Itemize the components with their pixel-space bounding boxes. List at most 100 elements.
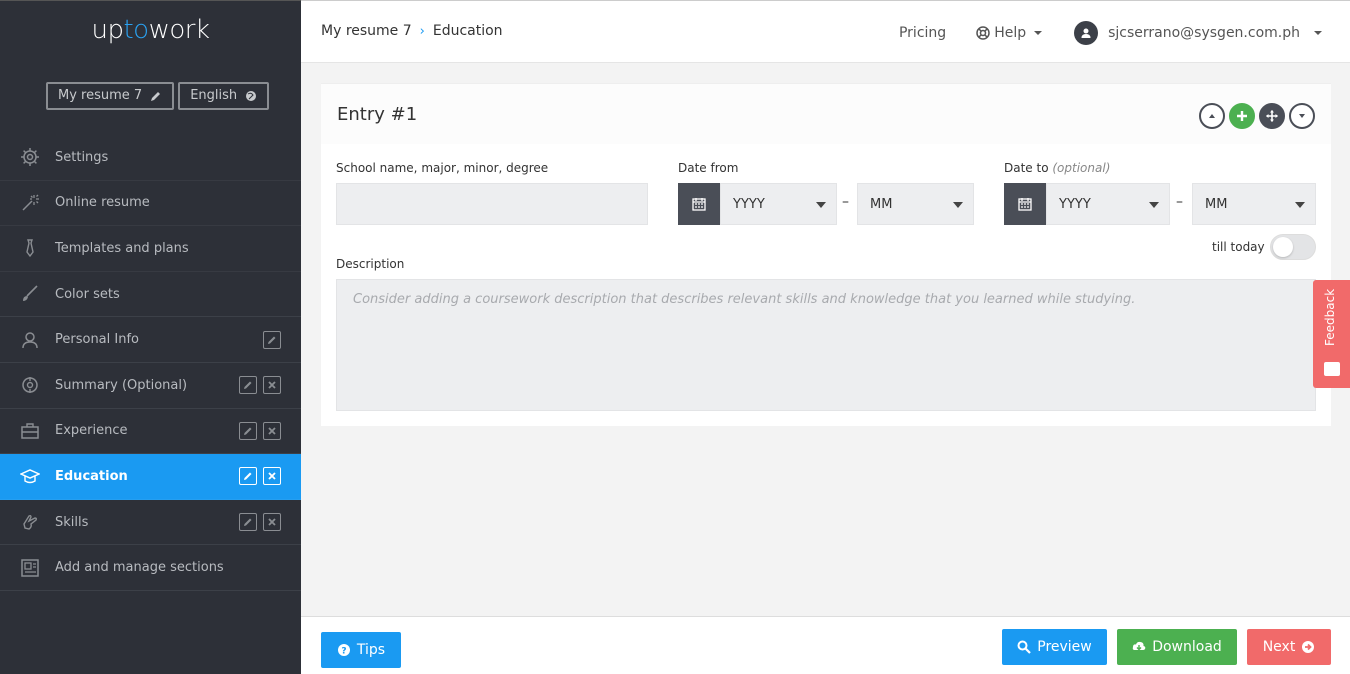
date-from-calendar-button[interactable]	[678, 183, 720, 225]
edit-experience-button[interactable]	[239, 421, 257, 440]
entry-controls	[1199, 103, 1315, 129]
sidebar-item-color-sets[interactable]: Color sets	[0, 272, 301, 318]
caret-down-icon	[1314, 31, 1322, 35]
caret-down-icon	[1295, 202, 1305, 208]
description-textarea[interactable]: Consider adding a coursework description…	[336, 279, 1316, 411]
close-icon	[268, 472, 276, 481]
entry-header: Entry #1	[321, 84, 1331, 144]
sidebar: uptowork My resume 7 English Settings On…	[0, 0, 301, 674]
sidebar-item-settings[interactable]: Settings	[0, 135, 301, 181]
edit-education-button[interactable]	[239, 467, 257, 486]
magic-wand-icon	[20, 193, 40, 213]
footer-bar: ? Tips Preview Download Next	[301, 616, 1350, 674]
pencil-icon	[268, 336, 276, 344]
pencil-icon	[244, 518, 252, 527]
date-from-year-select[interactable]: YYYY	[720, 183, 837, 225]
personal-info-actions	[263, 330, 281, 349]
education-actions	[239, 467, 281, 486]
close-icon	[268, 427, 276, 435]
date-to-month-select[interactable]: MM	[1192, 183, 1316, 225]
till-today-toggle[interactable]	[1270, 234, 1316, 260]
question-circle-icon: ?	[337, 644, 350, 657]
summary-actions	[239, 376, 281, 395]
gear-icon	[20, 147, 40, 167]
feedback-tab[interactable]: Feedback	[1313, 280, 1350, 388]
skills-actions	[239, 513, 281, 532]
edit-personal-info-button[interactable]	[263, 330, 281, 349]
language-button[interactable]: English	[178, 82, 270, 110]
breadcrumb: My resume 7 › Education	[321, 23, 503, 39]
calendar-icon	[692, 198, 706, 211]
top-header: My resume 7 › Education Pricing Help sjc…	[301, 0, 1350, 63]
breadcrumb-root[interactable]: My resume 7	[321, 23, 412, 39]
help-menu[interactable]: Help	[976, 25, 1043, 41]
date-to-separator: –	[1176, 194, 1183, 210]
sidebar-item-personal-info[interactable]: Personal Info	[0, 317, 301, 363]
move-down-button[interactable]	[1289, 103, 1315, 129]
delete-experience-button[interactable]	[263, 421, 281, 440]
move-up-button[interactable]	[1199, 103, 1225, 129]
delete-education-button[interactable]	[263, 467, 281, 486]
sidebar-item-templates-and-plans[interactable]: Templates and plans	[0, 226, 301, 272]
edit-skills-button[interactable]	[239, 513, 257, 532]
download-button[interactable]: Download	[1117, 629, 1237, 665]
user-icon	[1081, 28, 1091, 38]
sidebar-item-summary[interactable]: Summary (Optional)	[0, 363, 301, 409]
avatar	[1074, 21, 1099, 45]
caret-up-icon	[1209, 114, 1215, 118]
hand-icon	[20, 512, 40, 532]
edit-summary-button[interactable]	[239, 376, 257, 395]
add-entry-button[interactable]	[1229, 103, 1255, 129]
education-entry-card: Entry #1 School name, major, minor, degr…	[321, 83, 1331, 426]
move-icon	[1266, 110, 1278, 122]
breadcrumb-current: Education	[432, 23, 503, 39]
caret-down-icon	[816, 202, 826, 208]
date-from-label: Date from	[678, 161, 739, 175]
caret-down-icon	[953, 202, 963, 208]
next-button[interactable]: Next	[1247, 629, 1331, 665]
sidebar-item-online-resume[interactable]: Online resume	[0, 181, 301, 227]
svg-text:?: ?	[341, 647, 346, 657]
close-icon	[268, 518, 276, 526]
lifebuoy-icon	[976, 26, 990, 40]
arrow-right-circle-icon	[1302, 641, 1315, 653]
drag-entry-button[interactable]	[1259, 103, 1285, 129]
school-label: School name, major, minor, degree	[336, 161, 549, 175]
date-to-calendar-button[interactable]	[1004, 183, 1046, 225]
description-label: Description	[336, 257, 405, 271]
pricing-link[interactable]: Pricing	[899, 25, 946, 41]
delete-skills-button[interactable]	[263, 513, 281, 532]
date-to-year-select[interactable]: YYYY	[1046, 183, 1170, 225]
briefcase-icon	[20, 421, 40, 441]
school-input[interactable]	[336, 183, 648, 225]
date-from-month-select[interactable]: MM	[857, 183, 974, 225]
resume-controls: My resume 7 English	[46, 82, 270, 110]
brush-icon	[20, 284, 40, 304]
user-icon	[20, 330, 40, 350]
experience-actions	[239, 421, 281, 440]
date-to-label: Date to (optional)	[1004, 161, 1111, 175]
cloud-download-icon	[1132, 641, 1146, 651]
pencil-icon	[244, 381, 252, 390]
globe-icon	[246, 91, 257, 101]
caret-down-icon	[1299, 114, 1305, 118]
sidebar-item-experience[interactable]: Experience	[0, 409, 301, 455]
close-icon	[268, 381, 276, 389]
sections-icon	[20, 558, 40, 578]
resume-name-button[interactable]: My resume 7	[46, 82, 175, 110]
delete-summary-button[interactable]	[263, 376, 281, 395]
calendar-icon	[1018, 198, 1032, 211]
header-actions: Pricing Help sjcserrano@sysgen.com.ph	[899, 21, 1322, 45]
toggle-knob	[1273, 237, 1293, 257]
sidebar-item-add-and-manage-sections[interactable]: Add and manage sections	[0, 545, 301, 591]
pencil-icon	[244, 472, 252, 481]
logo[interactable]: uptowork	[0, 15, 301, 45]
tie-icon	[20, 238, 40, 258]
pencil-icon	[151, 92, 161, 101]
sidebar-item-education[interactable]: Education	[0, 454, 301, 500]
caret-down-icon	[1034, 31, 1043, 35]
sidebar-item-skills[interactable]: Skills	[0, 500, 301, 546]
user-menu[interactable]: sjcserrano@sysgen.com.ph	[1074, 21, 1322, 45]
tips-button[interactable]: ? Tips	[321, 632, 401, 668]
preview-button[interactable]: Preview	[1002, 629, 1107, 665]
